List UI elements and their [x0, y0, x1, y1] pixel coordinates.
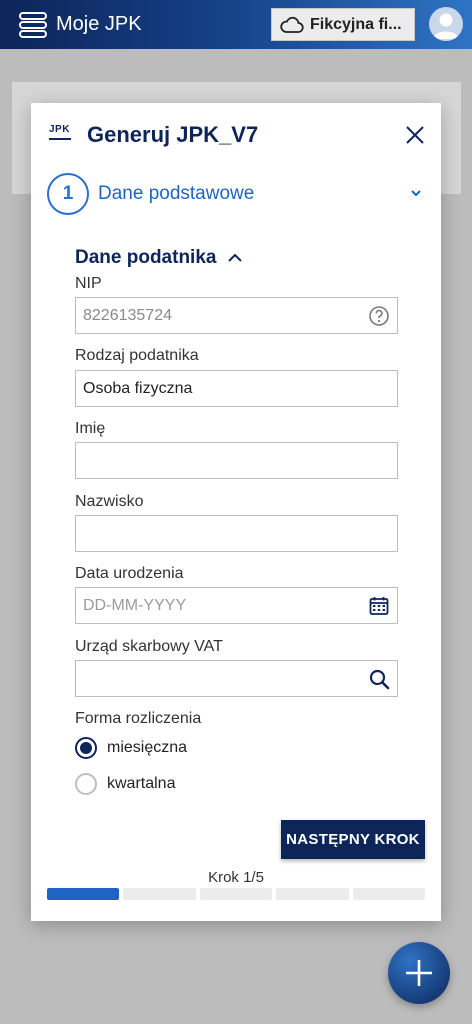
- radio-quarterly-button[interactable]: [75, 773, 97, 795]
- progress-segment: [47, 888, 120, 900]
- plus-icon: [406, 960, 432, 986]
- company-selector-button[interactable]: Fikcyjna fi...: [271, 8, 415, 41]
- radio-monthly-button[interactable]: [75, 737, 97, 759]
- add-fab-button[interactable]: [388, 942, 450, 1004]
- help-icon[interactable]: [368, 305, 390, 327]
- radio-monthly-label: miesięczna: [107, 739, 188, 756]
- first-name-label: Imię: [75, 420, 106, 437]
- step-counter: Krok 1/5: [208, 869, 264, 886]
- section-title: Dane podatnika: [75, 247, 217, 268]
- birth-date-placeholder: DD-MM-YYYY: [83, 596, 187, 614]
- taxpayer-type-value: Osoba fizyczna: [83, 379, 193, 397]
- nip-label: NIP: [75, 275, 102, 292]
- radio-quarterly[interactable]: kwartalna: [75, 773, 175, 795]
- birth-date-label: Data urodzenia: [75, 565, 184, 582]
- radio-monthly[interactable]: miesięczna: [75, 737, 187, 759]
- last-name-input[interactable]: [75, 515, 398, 552]
- cloud-icon: [280, 16, 304, 33]
- close-icon[interactable]: [403, 123, 427, 147]
- chevron-down-icon[interactable]: [408, 185, 424, 201]
- next-step-button[interactable]: NASTĘPNY KROK: [281, 820, 425, 859]
- search-icon[interactable]: [368, 668, 390, 690]
- settlement-form-label: Forma rozliczenia: [75, 710, 202, 727]
- user-avatar-icon[interactable]: [429, 7, 463, 41]
- tax-office-label: Urząd skarbowy VAT: [75, 638, 223, 655]
- chevron-up-icon[interactable]: [227, 251, 243, 265]
- first-name-input[interactable]: [75, 442, 398, 479]
- radio-quarterly-label: kwartalna: [107, 775, 176, 792]
- company-label: Fikcyjna fi...: [310, 15, 402, 33]
- step-accordion-header[interactable]: 1 Dane podstawowe: [47, 173, 427, 215]
- calendar-icon[interactable]: [368, 595, 390, 617]
- progress-segment: [276, 888, 349, 900]
- app-title: Moje JPK: [56, 13, 142, 35]
- tax-office-input[interactable]: [75, 660, 398, 697]
- nip-value: 8226135724: [83, 306, 172, 324]
- menu-stack-icon[interactable]: [18, 10, 48, 40]
- progress-segment: [352, 888, 426, 900]
- app-bar: Moje JPK Fikcyjna fi...: [0, 0, 472, 49]
- progress-segment: [199, 888, 273, 900]
- birth-date-input[interactable]: DD-MM-YYYY: [75, 587, 398, 624]
- modal-header: JPK Generuj JPK_V7: [31, 103, 441, 165]
- last-name-label: Nazwisko: [75, 493, 144, 510]
- jpk-logo: JPK: [49, 124, 73, 148]
- taxpayer-type-select[interactable]: Osoba fizyczna: [75, 370, 398, 407]
- generate-jpk-modal: JPK Generuj JPK_V7 1 Dane podstawowe Dan…: [31, 103, 441, 921]
- step-title: Dane podstawowe: [98, 183, 255, 204]
- progress-segment: [123, 888, 196, 900]
- modal-title: Generuj JPK_V7: [87, 122, 259, 147]
- step-progress-bar: [47, 888, 426, 900]
- taxpayer-type-label: Rodzaj podatnika: [75, 347, 199, 364]
- step-number: 1: [47, 173, 89, 215]
- jpk-logo-text: JPK: [49, 124, 70, 135]
- nip-field: 8226135724: [75, 297, 398, 334]
